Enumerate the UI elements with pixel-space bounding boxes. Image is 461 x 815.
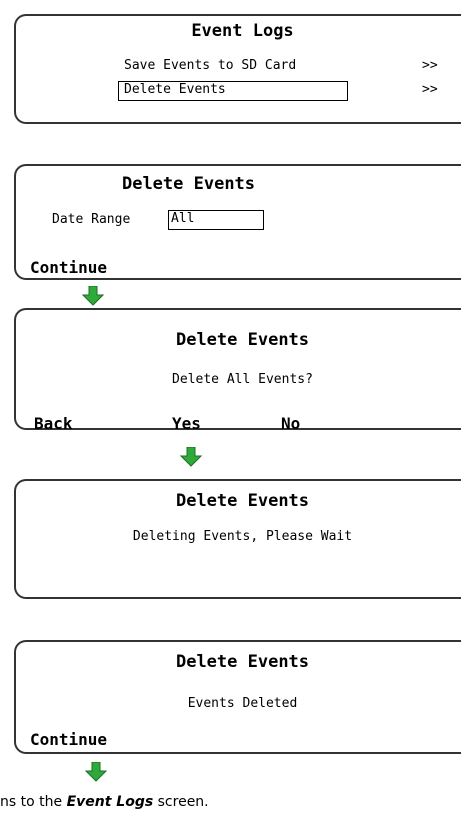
menu-item-label: Delete Events (124, 82, 226, 97)
events-deleted-screen: Delete Events Events Deleted Continue (14, 640, 461, 754)
date-range-value: All (171, 211, 195, 226)
delete-confirm-screen: Delete Events Delete All Events? Back Ye… (14, 308, 461, 433)
continue-softkey[interactable]: Continue (30, 258, 107, 277)
caption-prefix: ns to the (0, 794, 67, 810)
menu-item-save-events[interactable]: Save Events to SD Card (124, 58, 296, 73)
down-arrow-icon (85, 762, 107, 782)
down-arrow-icon (180, 447, 202, 467)
screen-title: Delete Events (121, 174, 256, 194)
caption-suffix: screen. (153, 794, 209, 810)
caption-emphasis: Event Logs (66, 794, 154, 810)
back-softkey[interactable]: Back (34, 414, 73, 433)
result-message: Events Deleted (187, 696, 298, 711)
yes-softkey[interactable]: Yes (172, 414, 201, 433)
date-range-label: Date Range (52, 212, 131, 227)
no-softkey[interactable]: No (281, 414, 300, 433)
screen-title: Delete Events (175, 491, 310, 511)
caption: ns to the Event Logs screen. (0, 794, 209, 810)
chevron-icon: >> (422, 82, 438, 97)
screen-title: Delete Events (175, 652, 310, 672)
chevron-icon: >> (422, 58, 438, 73)
progress-message: Deleting Events, Please Wait (132, 529, 353, 544)
deleting-events-screen: Delete Events Deleting Events, Please Wa… (14, 479, 461, 599)
screen-title: Event Logs (191, 21, 294, 41)
confirm-message: Delete All Events? (172, 372, 313, 387)
down-arrow-icon (82, 286, 104, 306)
event-logs-screen: Event Logs Save Events to SD Card >> Del… (14, 14, 461, 124)
continue-softkey[interactable]: Continue (30, 730, 107, 749)
screen-title: Delete Events (175, 330, 310, 350)
delete-events-date-screen: Delete Events Date Range All Continue (14, 164, 461, 280)
